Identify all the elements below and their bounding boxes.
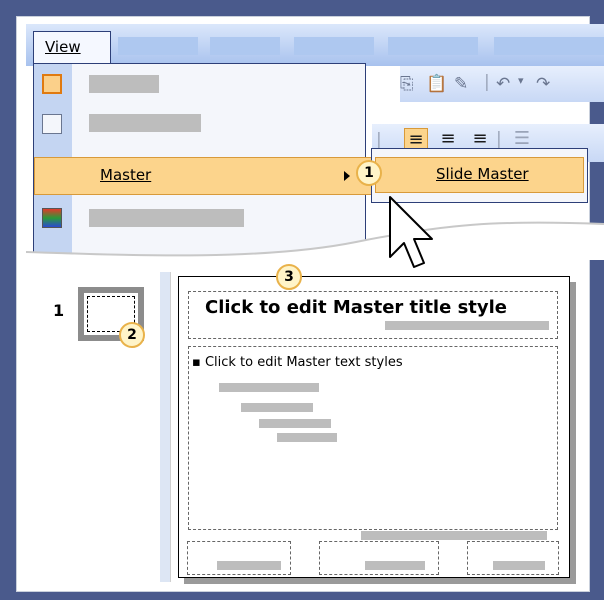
text-level-5-bar [277,433,337,442]
text-level-3-bar [241,403,313,412]
master-title-text: Click to edit Master title style [205,297,508,318]
footer-text-bar [365,561,425,570]
slide-master-canvas[interactable] [178,276,570,578]
master-body-text: ▪ Click to edit Master text styles [192,355,403,370]
date-text-bar [217,561,281,570]
text-level-4-bar [259,419,331,428]
mouse-pointer-icon [389,196,433,268]
slide-number: 1 [53,301,65,320]
body-placeholder[interactable] [188,346,558,530]
callout-2: 2 [119,322,145,348]
callout-1-number: 1 [364,165,374,181]
torn-edge [26,221,604,260]
title-underline-bar [385,321,549,330]
callout-2-number: 2 [127,327,137,343]
callout-3: 3 [276,264,302,290]
callout-3-number: 3 [284,269,294,285]
body-bottom-bar [361,531,547,540]
text-level-2-bar [219,383,319,392]
menu-region: ⎘ 📋 ✎ | ↶ ▾ ↷ | ≡ ≡ ≡ | ☰ View Master Sl… [26,24,604,260]
callout-1: 1 [356,160,382,186]
pane-divider[interactable] [160,272,170,582]
slide-number-text-bar [493,561,545,570]
